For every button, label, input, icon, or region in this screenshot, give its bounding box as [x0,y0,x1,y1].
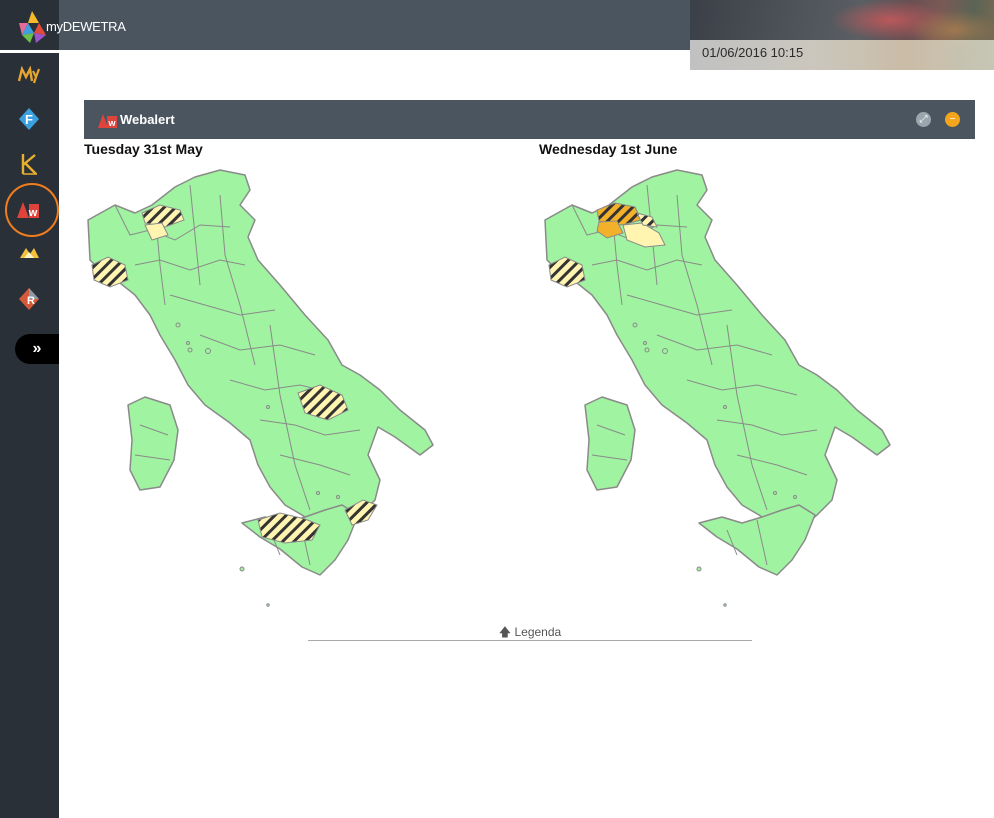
panel-title: Webalert [120,112,175,127]
minimize-icon[interactable]: − [945,112,960,127]
nav-forecast-icon[interactable]: F [17,107,41,131]
highlight-circle [5,183,59,237]
nav-alert-icon[interactable] [17,241,41,265]
radar-timestamp: 01/06/2016 10:15 [702,45,804,60]
svg-text:R: R [27,295,35,307]
svg-text:w: w [107,118,116,128]
svg-text:F: F [25,112,33,127]
sicily [698,504,816,576]
day-title-2: Wednesday 1st June [539,141,678,157]
webalert-logo-icon: w [98,114,117,128]
nav-k-icon[interactable] [17,152,41,176]
italy-map-day1[interactable] [80,165,440,625]
webalert-panel-header: w Webalert ⤢ − [84,100,975,139]
sardinia [584,396,636,491]
nav-my-dewetra-icon[interactable] [17,63,41,87]
legend-label: Legenda [514,625,562,639]
sardinia [127,396,179,491]
arrow-up-icon: 🡅 [498,625,512,639]
expand-sidebar-button[interactable]: » [15,334,59,364]
legend-toggle[interactable]: 🡅 Legenda [308,623,752,641]
brand-name: myDEWETRA [46,19,126,34]
italy-map-day2[interactable] [537,165,897,625]
nav-report-icon[interactable]: R [17,287,41,311]
radar-thumbnail[interactable]: 01/06/2016 10:15 [690,0,994,70]
day-title-1: Tuesday 31st May [84,141,203,157]
maximize-icon[interactable]: ⤢ [916,112,931,127]
